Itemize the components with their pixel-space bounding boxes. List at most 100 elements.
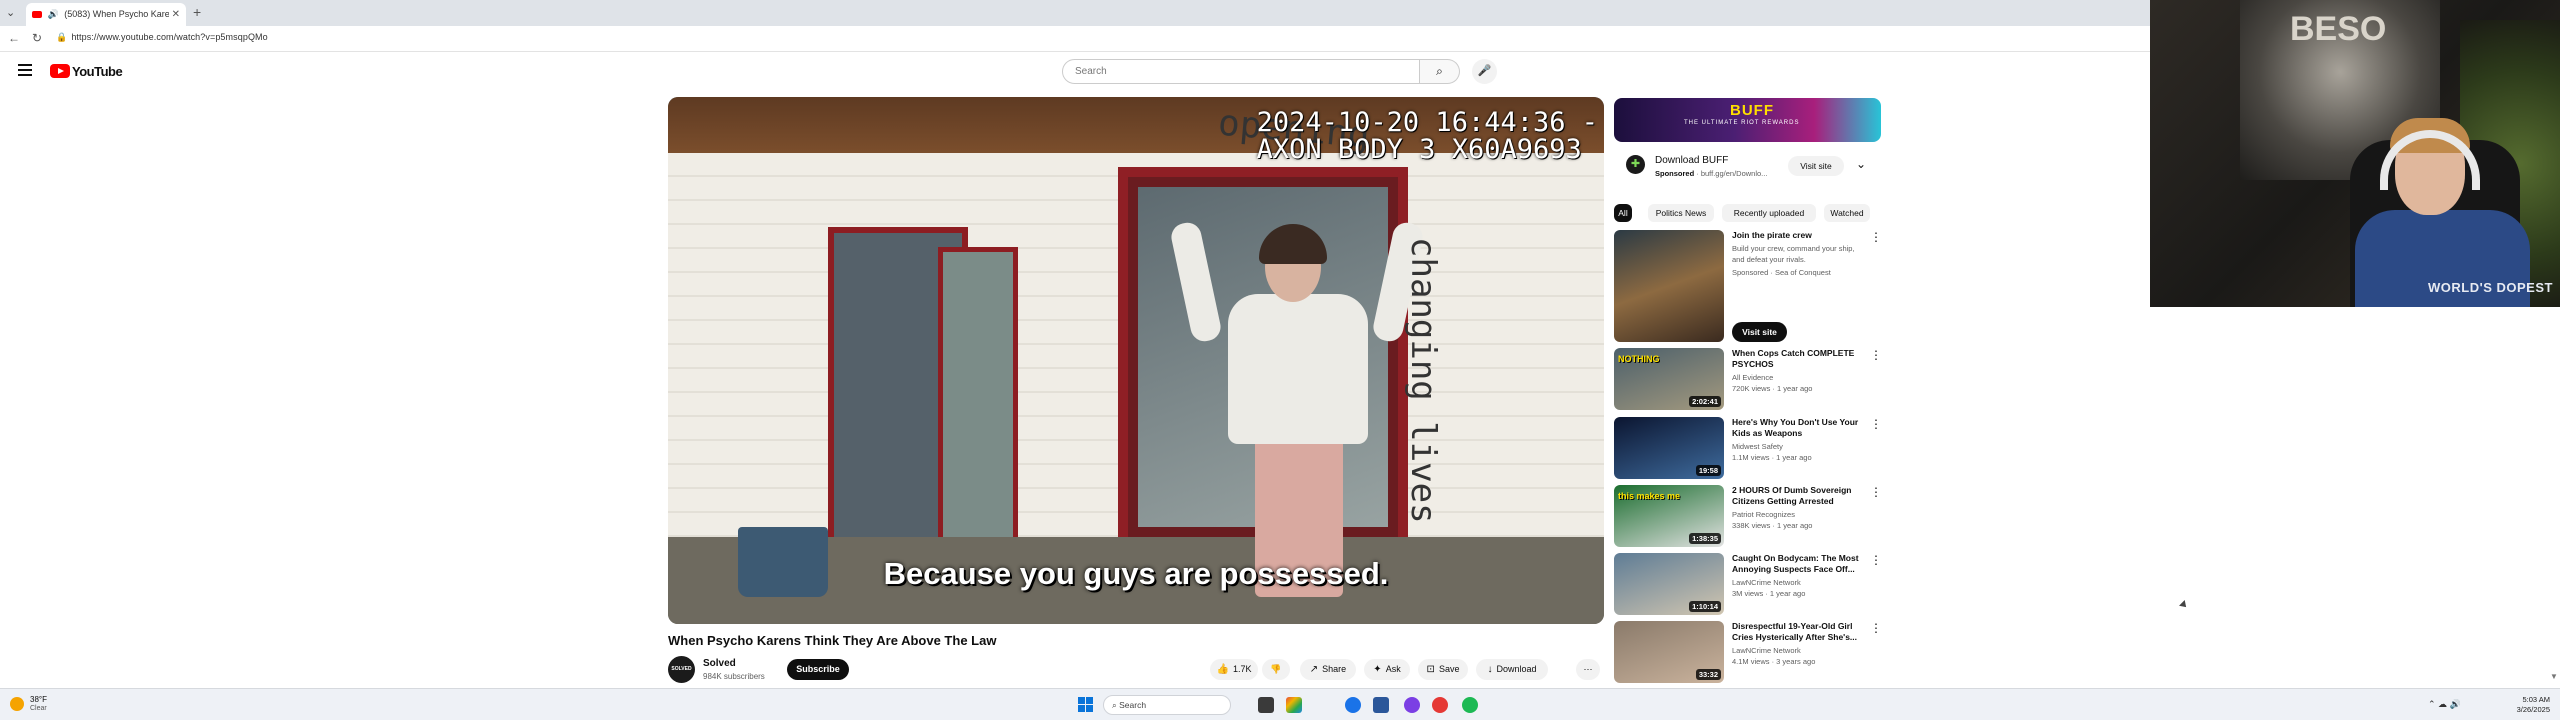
share-icon: ↗ — [1309, 664, 1319, 675]
webcam-tapestry-text: BESO — [2290, 10, 2387, 48]
thumbnail-overlay-text: NOTHING — [1618, 354, 1660, 364]
clock-time: 5:03 AM — [2522, 695, 2550, 704]
spotify-icon[interactable] — [1462, 697, 1478, 713]
chrome-icon[interactable] — [1345, 697, 1361, 713]
recommendation-channel[interactable]: LawNCrime Network — [1732, 645, 1801, 656]
back-button[interactable]: ← — [8, 31, 20, 45]
more-options-icon[interactable]: ⋮ — [1870, 485, 1882, 499]
sparkle-icon: ✦ — [1373, 664, 1382, 675]
voice-search-button[interactable]: 🎤 — [1472, 59, 1497, 84]
wall-sign-side: changing lives — [1403, 237, 1443, 524]
recommendation-title[interactable]: Join the pirate crew — [1732, 230, 1867, 241]
recommendation-item[interactable]: 1:10:14 Caught On Bodycam: The Most Anno… — [1614, 553, 1884, 617]
scroll-down-arrow-icon[interactable]: ▼ — [2550, 672, 2558, 681]
more-options-icon[interactable]: ⋮ — [1870, 621, 1882, 635]
photos-app-icon[interactable] — [1286, 697, 1302, 713]
share-button[interactable]: ↗ Share — [1300, 659, 1356, 680]
tab-list-chevron-icon[interactable]: ⌄ — [6, 6, 20, 20]
chip-all[interactable]: All — [1614, 204, 1632, 222]
browser-tab-youtube[interactable]: 🔊 (5083) When Psycho Karens T ✕ — [26, 3, 186, 26]
recommendation-title[interactable]: Disrespectful 19-Year-Old Girl Cries Hys… — [1732, 621, 1867, 643]
more-options-icon[interactable]: ⋮ — [1870, 230, 1882, 244]
recommendation-item-sponsored[interactable]: Join the pirate crew Build your crew, co… — [1614, 230, 1884, 342]
search-icon: ⌕ — [1436, 64, 1443, 78]
search-input[interactable]: Search — [1062, 59, 1420, 84]
chip-politics-news[interactable]: Politics News — [1648, 204, 1714, 222]
video-duration: 1:38:35 — [1689, 533, 1721, 544]
visit-site-button[interactable]: Visit site — [1732, 322, 1787, 342]
audio-playing-icon[interactable]: 🔊 — [48, 9, 59, 19]
youtube-wordmark: YouTube — [72, 63, 123, 79]
taskbar-search[interactable]: ⌕ Search — [1103, 695, 1231, 715]
save-button[interactable]: ⊡ Save — [1418, 659, 1468, 680]
recommendation-title[interactable]: When Cops Catch COMPLETE PSYCHOS — [1732, 348, 1867, 370]
recommendation-channel[interactable]: Midwest Safety — [1732, 441, 1783, 452]
more-options-icon[interactable]: ⋮ — [1870, 348, 1882, 362]
chip-watched[interactable]: Watched — [1824, 204, 1870, 222]
windows-start-icon[interactable] — [1078, 697, 1093, 712]
weather-sun-icon — [10, 697, 24, 711]
tab-close-icon[interactable]: ✕ — [172, 3, 180, 26]
recommendation-channel[interactable]: Patriot Recognizes — [1732, 509, 1795, 520]
recommendation-item[interactable]: this makes me 1:38:35 2 HOURS Of Dumb So… — [1614, 485, 1884, 549]
subscribe-button[interactable]: Subscribe — [787, 659, 849, 680]
ad-expand-chevron-icon[interactable]: ⌄ — [1856, 157, 1866, 171]
recommendation-thumbnail[interactable]: this makes me 1:38:35 — [1614, 485, 1724, 547]
video-duration: 19:58 — [1695, 465, 1721, 476]
channel-name[interactable]: Solved — [703, 658, 736, 669]
mouse-cursor-icon — [2179, 600, 2189, 610]
recommendation-title[interactable]: Caught On Bodycam: The Most Annoying Sus… — [1732, 553, 1867, 575]
buff-logo-icon[interactable]: ✚ — [1626, 155, 1645, 174]
search-button[interactable]: ⌕ — [1420, 59, 1460, 84]
more-options-icon[interactable]: ⋮ — [1870, 553, 1882, 567]
file-explorer-icon[interactable] — [1373, 697, 1389, 713]
chip-recently-uploaded[interactable]: Recently uploaded — [1722, 204, 1816, 222]
system-clock[interactable]: 5:03 AM 3/26/2025 — [2480, 695, 2550, 715]
recommendation-channel[interactable]: LawNCrime Network — [1732, 577, 1801, 588]
recommendation-channel[interactable]: All Evidence — [1732, 372, 1773, 383]
reload-button[interactable]: ↻ — [32, 31, 42, 45]
download-button[interactable]: ↓ Download — [1476, 659, 1548, 680]
obs-app-icon[interactable] — [1432, 697, 1448, 713]
more-actions-button[interactable]: ⋯ — [1576, 659, 1600, 680]
thumbs-up-icon: 👍 — [1216, 664, 1229, 675]
video-duration: 33:32 — [1695, 669, 1721, 680]
lock-icon[interactable]: 🔒 — [56, 32, 67, 42]
menu-icon[interactable] — [18, 64, 32, 79]
microphone-icon: 🎤 — [1477, 65, 1492, 77]
recommendation-thumbnail[interactable] — [1614, 230, 1724, 342]
new-tab-button[interactable]: + — [193, 4, 201, 20]
ad-visit-site-button[interactable]: Visit site — [1788, 156, 1844, 176]
url-field[interactable]: 🔒 https://www.youtube.com/watch?v=p5msqpQ… — [56, 32, 268, 43]
video-player[interactable]: opening changing lives 2024-10-20 16:44:… — [668, 97, 1604, 624]
system-tray-icons[interactable]: ⌃ ☁ 🔊 — [2428, 699, 2461, 710]
ad-banner[interactable]: BUFF THE ULTIMATE RIOT REWARDS — [1614, 98, 1881, 142]
channel-avatar[interactable]: SOLVED — [668, 656, 695, 683]
youtube-play-icon — [50, 64, 70, 78]
weather-widget[interactable]: 38°F Clear — [10, 695, 47, 713]
address-bar: ← ↻ 🔒 https://www.youtube.com/watch?v=p5m… — [0, 26, 2150, 52]
recommendation-thumbnail[interactable]: 19:58 — [1614, 417, 1724, 479]
recommendation-thumbnail[interactable]: 1:10:14 — [1614, 553, 1724, 615]
recommendation-title[interactable]: Here's Why You Don't Use Your Kids as We… — [1732, 417, 1867, 439]
youtube-logo[interactable]: YouTube — [50, 63, 123, 79]
like-button[interactable]: 👍 1.7K — [1210, 659, 1258, 680]
bodycam-timestamp-line1: 2024-10-20 16:44:36 - — [1256, 107, 1598, 138]
recommendation-item[interactable]: 19:58 Here's Why You Don't Use Your Kids… — [1614, 417, 1884, 481]
recommendation-title[interactable]: 2 HOURS Of Dumb Sovereign Citizens Getti… — [1732, 485, 1867, 507]
recommendation-sponsor: Sponsored · Sea of Conquest — [1732, 268, 1831, 277]
task-view-icon[interactable] — [1258, 697, 1274, 713]
ad-title[interactable]: Download BUFF — [1655, 155, 1728, 166]
weather-temperature: 38°F — [30, 695, 47, 704]
recommendation-item[interactable]: 33:32 Disrespectful 19-Year-Old Girl Cri… — [1614, 621, 1884, 685]
recommendation-thumbnail[interactable]: 33:32 — [1614, 621, 1724, 683]
discord-icon[interactable] — [1404, 697, 1420, 713]
more-options-icon[interactable]: ⋮ — [1870, 417, 1882, 431]
ask-button[interactable]: ✦ Ask — [1364, 659, 1410, 680]
recommendation-item[interactable]: NOTHING 2:02:41 When Cops Catch COMPLETE… — [1614, 348, 1884, 412]
recommendation-thumbnail[interactable]: NOTHING 2:02:41 — [1614, 348, 1724, 410]
dislike-button[interactable]: 👎 — [1262, 659, 1290, 680]
download-icon: ↓ — [1487, 664, 1493, 675]
scene-person — [1168, 220, 1426, 597]
thumbnail-overlay-text: this makes me — [1618, 491, 1681, 501]
